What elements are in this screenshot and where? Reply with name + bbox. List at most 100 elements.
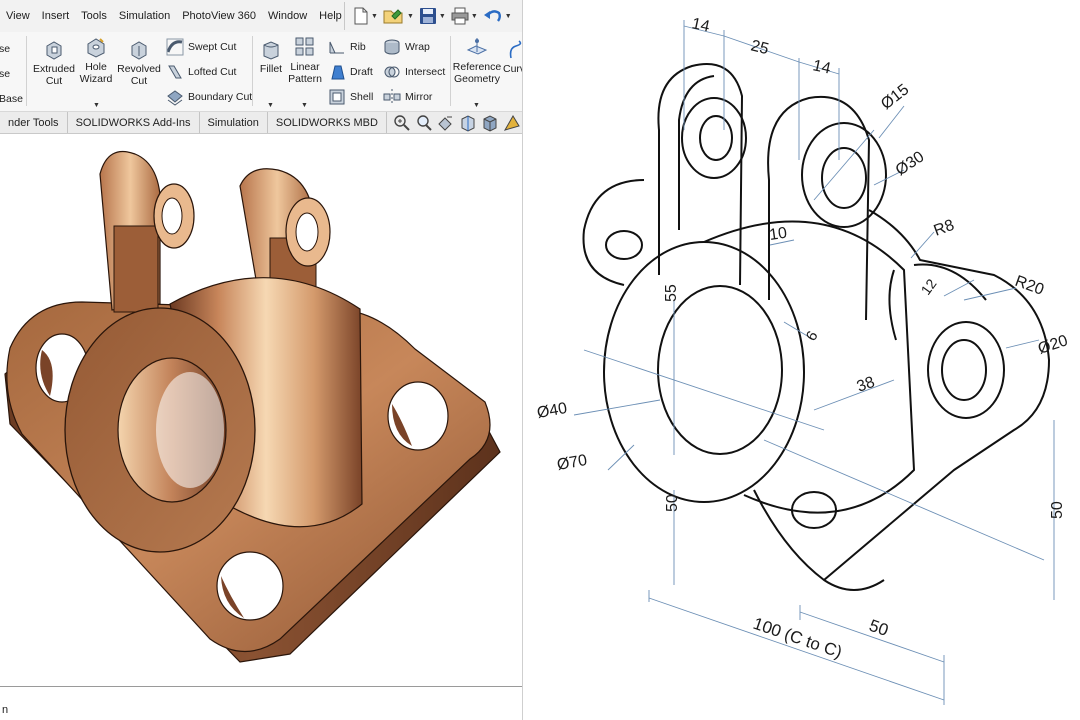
mirror-button[interactable]: Mirror [383,88,432,106]
draft-label: Draft [350,66,373,78]
section-view-icon[interactable] [459,114,477,132]
ribbon-separator [252,36,253,106]
menu-insert[interactable]: Insert [36,10,76,22]
lofted-cut-label: Lofted Cut [188,66,237,78]
open-folder-icon [383,9,403,24]
dim-dia-40-bore: Ø40 [536,400,569,422]
zoom-to-fit-icon[interactable] [393,114,411,132]
tab-simulation[interactable]: Simulation [200,112,268,133]
dimension-labels: 14 25 14 Ø15 Ø30 R8 10 R20 12 Ø20 55 6 3… [536,15,1070,662]
menu-window[interactable]: Window [262,10,313,22]
tab-render-tools[interactable]: nder Tools [0,112,68,133]
swept-cut-icon [166,38,184,56]
reference-geometry-label-1: Reference [452,61,502,73]
shell-icon [329,89,345,105]
dim-25-lug-gap: 25 [749,37,770,58]
dim-14-lug-width-right: 14 [811,57,832,77]
dim-12-base-thickness: 12 [917,276,939,298]
menu-tools[interactable]: Tools [75,10,113,22]
rib-icon [329,41,344,54]
menu-help[interactable]: Help [313,10,348,22]
open-button[interactable]: ▼ [383,7,414,25]
display-style-icon[interactable] [503,114,521,132]
wrap-label: Wrap [405,41,430,53]
curves-button[interactable]: Curv [503,40,522,75]
shell-label: Shell [350,91,374,103]
dim-dia-30-lug-boss: Ø30 [893,148,928,179]
chevron-down-icon[interactable]: ▼ [93,100,100,112]
drawing-canvas: 14 25 14 Ø15 Ø30 R8 10 R20 12 Ø20 55 6 3… [536,15,1070,705]
rib-button[interactable]: Rib [328,38,366,56]
dim-14-lug-width: 14 [690,15,711,35]
view-orientation-icon[interactable] [481,114,499,132]
zoom-to-area-icon[interactable] [415,114,433,132]
draft-button[interactable]: Draft [328,63,373,81]
rib-label: Rib [350,41,366,53]
wrap-button[interactable]: Wrap [383,38,430,56]
dim-38-cylinder-length: 38 [855,374,878,396]
previous-view-icon[interactable] [437,114,455,132]
undo-button[interactable]: ▼ [483,7,512,25]
lofted-cut-icon [168,65,182,79]
dim-dia-70-cylinder: Ø70 [556,452,589,474]
revolved-cut-button[interactable]: Revolved Cut [117,40,161,87]
extruded-cut-button[interactable]: Extruded Cut [32,40,76,87]
save-button[interactable]: ▼ [419,7,446,25]
print-button[interactable]: ▼ [451,7,478,25]
reference-geometry-button[interactable]: Reference Geometry ▼ [452,36,502,109]
chevron-down-icon[interactable]: ▼ [407,13,414,20]
print-icon [451,7,469,25]
menu-photoview[interactable]: PhotoView 360 [176,10,262,22]
new-document-button[interactable]: ▼ [353,7,378,25]
ribbon-partial-item-mid[interactable]: se [0,65,10,83]
chevron-down-icon[interactable]: ▼ [471,13,478,20]
tab-solidworks-mbd[interactable]: SOLIDWORKS MBD [268,112,387,133]
dim-50-center-height: 50 [664,494,681,512]
ribbon-separator [26,36,27,106]
chevron-down-icon[interactable]: ▼ [267,100,274,112]
boundary-cut-label: Boundary Cut [188,91,253,103]
menu-simulation[interactable]: Simulation [113,10,176,22]
chevron-down-icon[interactable]: ▼ [371,13,378,20]
dim-55-lug-height: 55 [663,284,680,302]
dim-r8-fillet: R8 [932,217,957,240]
undo-icon [483,10,501,22]
swept-cut-button[interactable]: Swept Cut [166,38,236,56]
swept-cut-label: Swept Cut [188,41,237,53]
intersect-button[interactable]: Intersect [383,63,445,81]
chevron-down-icon[interactable]: ▼ [301,100,308,112]
boundary-cut-button[interactable]: Boundary Cut [166,88,252,106]
dim-50-overall-height: 50 [1049,501,1066,519]
fillet-icon [263,41,279,60]
bearing-bracket-3d-model [4,150,501,663]
shell-button[interactable]: Shell [328,88,373,106]
mirror-label: Mirror [405,91,433,103]
quick-access-toolbar: ▼ ▼ ▼ ▼ ▼ [344,2,512,30]
dim-r20-base-end: R20 [1013,273,1046,299]
mirror-icon [383,89,401,105]
menu-view[interactable]: View [0,10,36,22]
linear-pattern-label-2: Pattern [288,73,322,85]
wrap-icon [384,39,400,55]
hole-wizard-button[interactable]: Hole Wizard ▼ [77,36,115,109]
revolved-cut-icon [131,41,147,60]
revolved-cut-label-2: Cut [130,75,148,87]
graphics-area[interactable] [0,134,522,686]
linear-pattern-button[interactable]: Linear Pattern ▼ [287,36,323,109]
lofted-cut-button[interactable]: Lofted Cut [166,63,236,81]
curves-icon [509,40,522,59]
chevron-down-icon[interactable]: ▼ [473,100,480,112]
hole-wizard-label-2: Wizard [79,73,113,85]
chevron-down-icon[interactable]: ▼ [439,13,446,20]
draft-icon [331,65,345,80]
status-bar-text: n [2,704,9,716]
ribbon-partial-item-base[interactable]: Base [0,90,23,108]
hole-wizard-label-1: Hole [85,61,107,73]
dim-dia-20-bolt-hole: Ø20 [1036,332,1070,358]
reference-geometry-label-2: Geometry [453,73,501,85]
tab-solidworks-add-ins[interactable]: SOLIDWORKS Add-Ins [68,112,200,133]
chevron-down-icon[interactable]: ▼ [505,13,512,20]
ribbon-partial-item-top[interactable]: se [0,40,10,58]
fillet-button[interactable]: Fillet ▼ [256,40,286,109]
dimension-lines [573,20,1055,705]
